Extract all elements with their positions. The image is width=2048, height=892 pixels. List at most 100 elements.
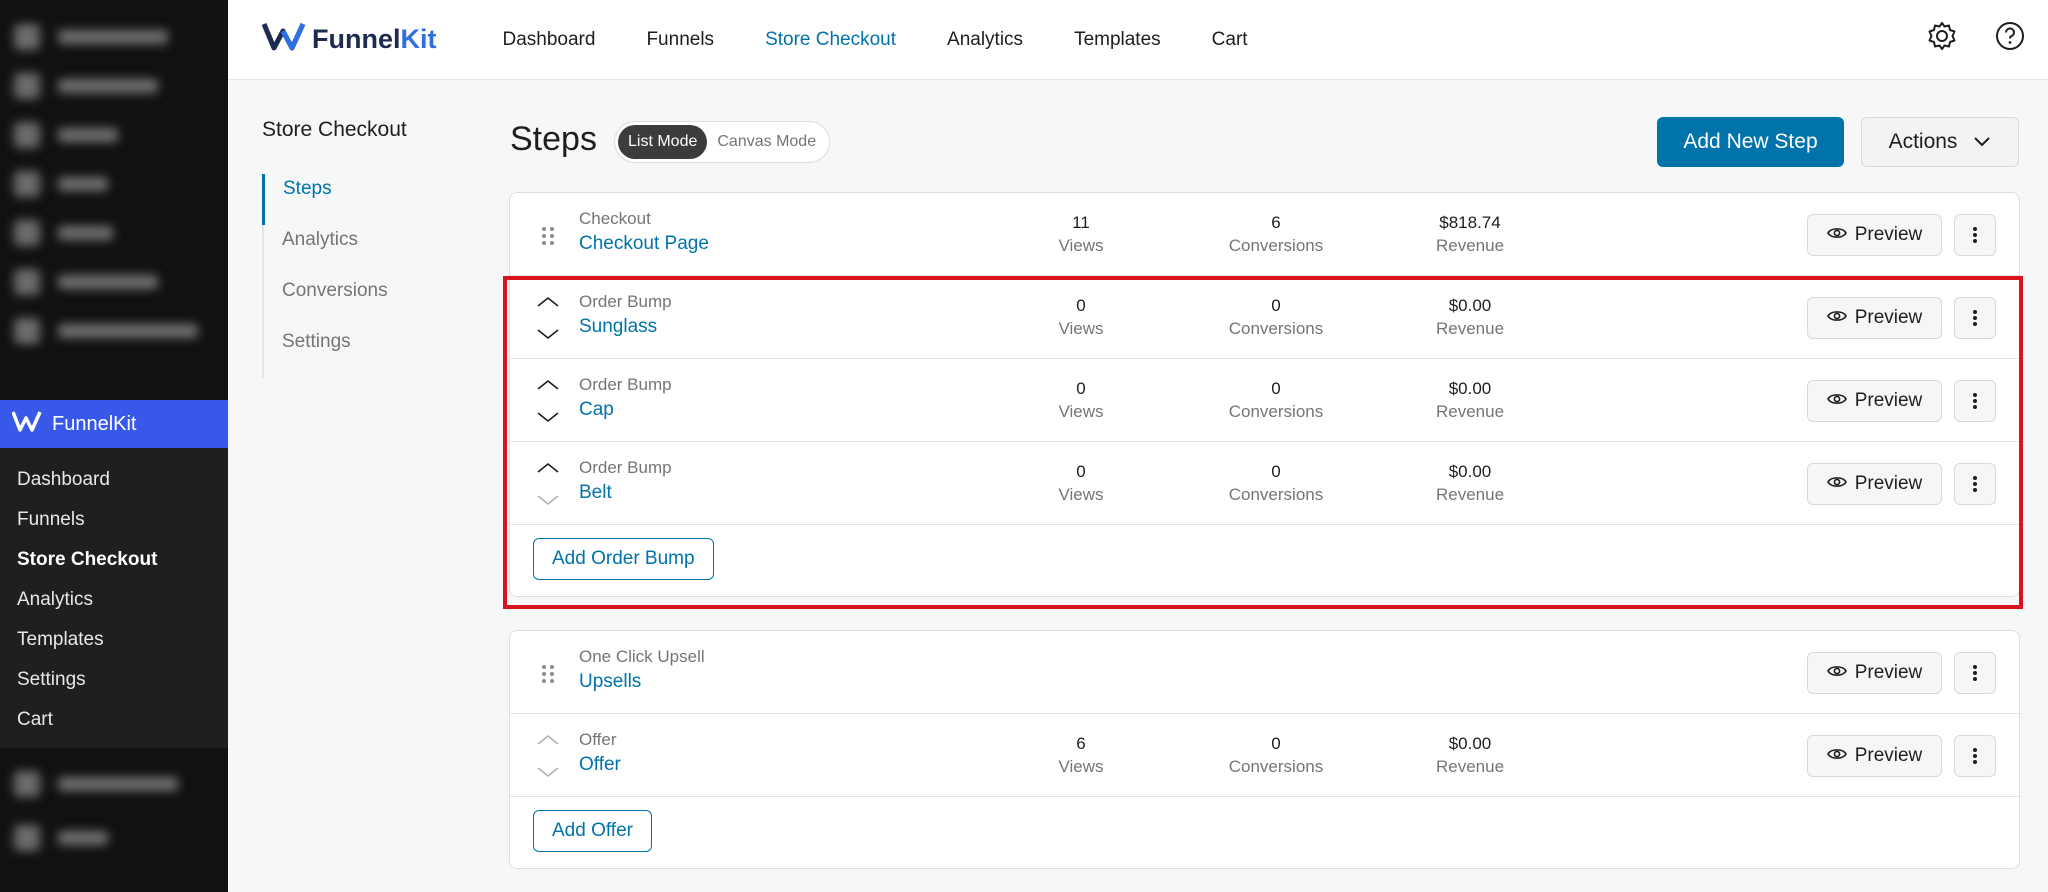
subnav-item-analytics[interactable]: Analytics	[264, 225, 452, 276]
revenue-value: $0.00	[1448, 734, 1492, 753]
views-value: 6	[1076, 734, 1086, 753]
brand-suffix: Kit	[400, 24, 437, 54]
views-value: 11	[1072, 213, 1090, 232]
conversions-value: 0	[1271, 296, 1281, 315]
revenue-value: $0.00	[1448, 296, 1492, 315]
reorder-arrows-icon[interactable]	[534, 292, 562, 344]
blurred-menu-bottom	[0, 755, 228, 862]
page-title: Steps	[510, 120, 597, 158]
subnav-item-steps[interactable]: Steps	[262, 174, 452, 225]
views-label: Views	[1058, 319, 1104, 338]
revenue-label: Revenue	[1435, 485, 1505, 504]
canvas-mode-button[interactable]: Canvas Mode	[707, 125, 826, 159]
add-new-step-button[interactable]: Add New Step	[1657, 117, 1844, 167]
preview-button[interactable]: Preview	[1807, 652, 1942, 694]
conversions-label: Conversions	[1228, 319, 1324, 338]
conversions-value: 6	[1271, 213, 1281, 232]
step-name-link[interactable]: Cap	[579, 399, 614, 421]
actions-dropdown[interactable]: Actions	[1861, 117, 2019, 167]
nav-analytics[interactable]: Analytics	[947, 29, 1023, 51]
conversions-label: Conversions	[1228, 757, 1324, 776]
conversions-label: Conversions	[1228, 485, 1324, 504]
sidebar-item-dashboard[interactable]: Dashboard	[0, 460, 228, 500]
step-type: Checkout	[579, 209, 651, 228]
sidebar-item-funnelkit[interactable]: FunnelKit	[0, 400, 228, 448]
preview-button[interactable]: Preview	[1807, 380, 1942, 422]
step-type: Order Bump	[579, 458, 672, 477]
main-nav: Dashboard Funnels Store Checkout Analyti…	[503, 29, 1299, 51]
help-icon[interactable]	[1994, 20, 2026, 52]
step-name-link[interactable]: Offer	[579, 754, 621, 776]
checkout-steps-card: Checkout Checkout Page 11 Views 6 Conversi…	[509, 192, 2020, 597]
views-label: Views	[1058, 757, 1104, 776]
eye-icon	[1826, 224, 1847, 246]
eye-icon	[1826, 307, 1847, 329]
preview-button[interactable]: Preview	[1807, 214, 1942, 256]
step-type: Order Bump	[579, 292, 672, 311]
actions-label: Actions	[1888, 130, 1958, 153]
revenue-value: $0.00	[1448, 379, 1492, 398]
list-mode-button[interactable]: List Mode	[618, 125, 708, 159]
store-checkout-subnav: Store Checkout Steps Analytics Conversio…	[262, 118, 452, 378]
wp-admin-sidebar: FunnelKit Dashboard Funnels Store Checko…	[0, 0, 228, 892]
revenue-label: Revenue	[1435, 236, 1505, 255]
step-name-link[interactable]: Sunglass	[579, 316, 657, 338]
subnav-item-settings[interactable]: Settings	[264, 327, 452, 378]
subnav-title: Store Checkout	[262, 118, 407, 141]
sidebar-item-cart[interactable]: Cart	[0, 700, 228, 740]
brand-prefix: Funnel	[312, 24, 401, 54]
views-label: Views	[1058, 485, 1104, 504]
more-options-icon[interactable]	[1954, 380, 1996, 422]
more-options-icon[interactable]	[1954, 214, 1996, 256]
subnav-item-conversions[interactable]: Conversions	[264, 276, 452, 327]
gear-icon[interactable]	[1926, 20, 1958, 52]
preview-button[interactable]: Preview	[1807, 297, 1942, 339]
funnelkit-brand[interactable]: Funnel Kit	[261, 21, 437, 58]
drag-handle-icon[interactable]	[534, 209, 562, 261]
blurred-menu-top	[0, 12, 228, 355]
reorder-arrows-icon[interactable]	[534, 375, 562, 427]
view-mode-toggle: List Mode Canvas Mode	[614, 121, 831, 163]
order-bump-row: Order Bump Sunglass 0 Views 0 Conversions …	[510, 276, 2019, 359]
conversions-label: Conversions	[1228, 402, 1324, 421]
preview-button[interactable]: Preview	[1807, 735, 1942, 777]
step-type: Order Bump	[579, 375, 672, 394]
revenue-value: $0.00	[1448, 462, 1492, 481]
more-options-icon[interactable]	[1954, 463, 1996, 505]
offer-row: Offer Offer 6 Views 0 Conversions $0.00 Rev…	[510, 714, 2019, 797]
sidebar-item-analytics[interactable]: Analytics	[0, 580, 228, 620]
add-offer-button[interactable]: Add Offer	[533, 810, 652, 852]
nav-cart[interactable]: Cart	[1212, 29, 1248, 51]
nav-store-checkout[interactable]: Store Checkout	[765, 29, 896, 51]
eye-icon	[1826, 390, 1847, 412]
nav-templates[interactable]: Templates	[1074, 29, 1161, 51]
more-options-icon[interactable]	[1954, 297, 1996, 339]
funnelkit-logo-icon	[11, 410, 42, 438]
step-type: One Click Upsell	[579, 647, 705, 666]
sidebar-item-templates[interactable]: Templates	[0, 620, 228, 660]
preview-button[interactable]: Preview	[1807, 463, 1942, 505]
reorder-arrows-icon[interactable]	[534, 730, 562, 782]
sidebar-item-settings[interactable]: Settings	[0, 660, 228, 700]
eye-icon	[1826, 745, 1847, 767]
sidebar-item-store-checkout[interactable]: Store Checkout	[0, 540, 228, 580]
more-options-icon[interactable]	[1954, 735, 1996, 777]
nav-dashboard[interactable]: Dashboard	[503, 29, 596, 51]
drag-handle-icon[interactable]	[534, 647, 562, 699]
views-label: Views	[1058, 236, 1104, 255]
nav-funnels[interactable]: Funnels	[646, 29, 714, 51]
eye-icon	[1826, 473, 1847, 495]
more-options-icon[interactable]	[1954, 652, 1996, 694]
step-name-link[interactable]: Upsells	[579, 671, 641, 693]
add-order-bump-button[interactable]: Add Order Bump	[533, 538, 714, 580]
step-row-upsell: One Click Upsell Upsells Preview	[510, 631, 2019, 714]
upsell-steps-card: One Click Upsell Upsells Preview Offer O…	[509, 630, 2020, 869]
views-label: Views	[1058, 402, 1104, 421]
reorder-arrows-icon[interactable]	[534, 458, 562, 510]
order-bump-row: Order Bump Cap 0 Views 0 Conversions $0.00…	[510, 359, 2019, 442]
sidebar-item-funnels[interactable]: Funnels	[0, 500, 228, 540]
step-name-link[interactable]: Checkout Page	[579, 233, 709, 255]
step-name-link[interactable]: Belt	[579, 482, 612, 504]
views-value: 0	[1076, 379, 1086, 398]
step-row-checkout: Checkout Checkout Page 11 Views 6 Conversi…	[510, 193, 2019, 276]
